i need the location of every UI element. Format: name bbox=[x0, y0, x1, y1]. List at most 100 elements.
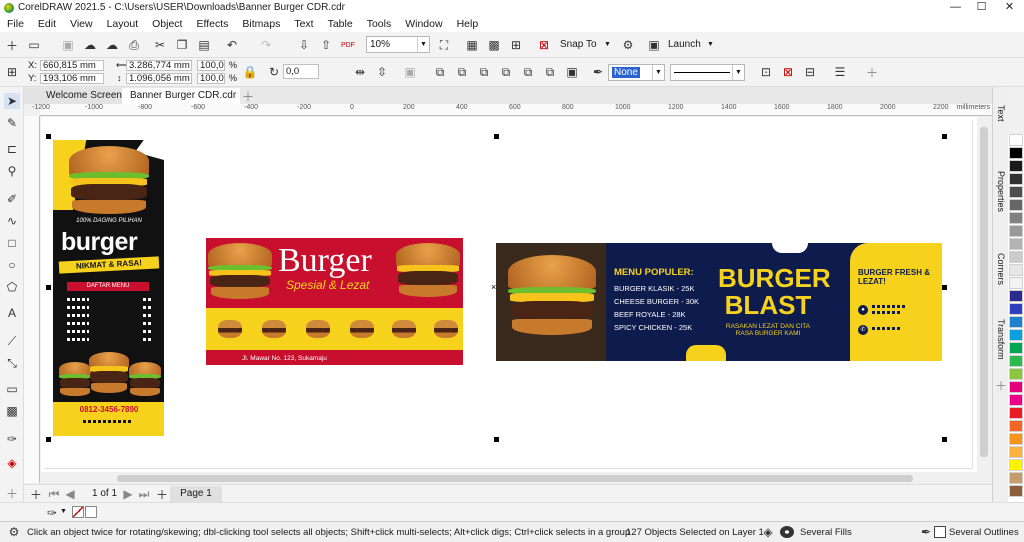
ellipse-tool-icon[interactable]: ○ bbox=[4, 257, 20, 273]
palette-swatch[interactable] bbox=[1009, 160, 1023, 172]
add-icon[interactable]: ＋ bbox=[864, 64, 880, 80]
minimize-button[interactable]: — bbox=[944, 0, 967, 15]
gear-icon[interactable]: ⚙ bbox=[620, 37, 636, 53]
front-minus-back-icon[interactable]: ⧉ bbox=[542, 64, 558, 80]
docker-tab-properties[interactable]: Properties bbox=[996, 171, 1006, 212]
several-fills-swatch[interactable] bbox=[780, 526, 794, 538]
weld-icon[interactable]: ⧉ bbox=[454, 64, 470, 80]
palette-swatch[interactable] bbox=[1009, 472, 1023, 484]
eyedropper-icon[interactable]: ✑ bbox=[44, 505, 60, 521]
menu-layout[interactable]: Layout bbox=[100, 18, 146, 30]
selection-handle[interactable] bbox=[46, 285, 51, 290]
create-boundary-icon[interactable]: ▣ bbox=[564, 64, 580, 80]
zoom-level-select[interactable]: 10% ▼ bbox=[366, 36, 430, 53]
palette-swatch[interactable] bbox=[1009, 459, 1023, 471]
menu-help[interactable]: Help bbox=[450, 18, 486, 30]
import-icon[interactable]: ⇩ bbox=[296, 37, 312, 53]
selection-handle[interactable] bbox=[46, 437, 51, 442]
intersect-icon[interactable]: ⧉ bbox=[498, 64, 514, 80]
undo-icon[interactable]: ↶ bbox=[224, 37, 240, 53]
palette-swatch[interactable] bbox=[1009, 238, 1023, 250]
palette-swatch[interactable] bbox=[1009, 147, 1023, 159]
menu-effects[interactable]: Effects bbox=[189, 18, 235, 30]
shape-tool-icon[interactable]: ✎ bbox=[4, 115, 20, 131]
last-page-icon[interactable]: ⏭ bbox=[136, 486, 152, 502]
full-screen-icon[interactable]: ⛶ bbox=[436, 37, 452, 53]
object-origin-icon[interactable]: ⊞ bbox=[4, 64, 20, 80]
tab-welcome-screen[interactable]: Welcome Screen bbox=[24, 88, 122, 104]
new-document-icon[interactable]: ＋ bbox=[4, 37, 20, 53]
object-width-field[interactable]: 3.286,774 mm bbox=[126, 60, 192, 71]
vertical-ruler[interactable] bbox=[24, 116, 40, 483]
palette-swatch[interactable] bbox=[1009, 381, 1023, 393]
launch-icon[interactable]: ▣ bbox=[646, 37, 662, 53]
snap-to-button[interactable]: Snap To bbox=[560, 39, 597, 50]
palette-swatch[interactable] bbox=[1009, 407, 1023, 419]
interactive-fill-icon[interactable]: ◈ bbox=[4, 455, 20, 471]
selection-handle[interactable] bbox=[494, 437, 499, 442]
horizontal-scrollbar[interactable] bbox=[41, 472, 977, 484]
scale-width-field[interactable]: 100,0 bbox=[197, 60, 225, 71]
chevron-down-icon[interactable]: ▼ bbox=[60, 508, 67, 515]
palette-swatch[interactable] bbox=[1009, 251, 1023, 263]
show-rulers-icon[interactable]: ▦ bbox=[464, 37, 480, 53]
paste-icon[interactable]: ▤ bbox=[196, 37, 212, 53]
export-icon[interactable]: ⇧ bbox=[318, 37, 334, 53]
close-button[interactable]: ✕ bbox=[998, 0, 1021, 15]
mirror-horizontal-icon[interactable]: ⇹ bbox=[352, 64, 368, 80]
eyedropper-icon[interactable]: ✑ bbox=[4, 431, 20, 447]
x-position-field[interactable]: 660,815 mm bbox=[40, 60, 104, 71]
chevron-down-icon[interactable]: ▼ bbox=[707, 41, 714, 48]
scale-height-field[interactable]: 100,0 bbox=[197, 73, 225, 84]
selection-handle[interactable] bbox=[942, 285, 947, 290]
palette-swatch[interactable] bbox=[1009, 368, 1023, 380]
palette-swatch[interactable] bbox=[1009, 303, 1023, 315]
selection-handle[interactable] bbox=[942, 437, 947, 442]
add-docker-icon[interactable]: ＋ bbox=[993, 377, 1009, 393]
menu-window[interactable]: Window bbox=[398, 18, 449, 30]
drop-shadow-icon[interactable]: ▭ bbox=[4, 381, 20, 397]
text-align-icon[interactable]: ☰ bbox=[832, 64, 848, 80]
white-swatch[interactable] bbox=[85, 506, 97, 518]
transparency-icon[interactable]: ▩ bbox=[4, 403, 20, 419]
palette-swatch[interactable] bbox=[1009, 446, 1023, 458]
object-height-field[interactable]: 1.096,056 mm bbox=[126, 73, 192, 84]
menu-table[interactable]: Table bbox=[321, 18, 360, 30]
align-distribute-icon[interactable]: ▣ bbox=[402, 64, 418, 80]
scrollbar-thumb[interactable] bbox=[980, 127, 988, 457]
palette-swatch[interactable] bbox=[1009, 134, 1023, 146]
pdf-export-icon[interactable]: PDF bbox=[340, 37, 356, 53]
tab-banner-burger[interactable]: Banner Burger CDR.cdr bbox=[122, 88, 240, 104]
polygon-tool-icon[interactable]: ⬠ bbox=[4, 279, 20, 295]
freehand-tool-icon[interactable]: ✐ bbox=[4, 191, 20, 207]
palette-swatch[interactable] bbox=[1009, 173, 1023, 185]
menu-file[interactable]: File bbox=[0, 18, 31, 30]
palette-swatch[interactable] bbox=[1009, 212, 1023, 224]
next-page-icon[interactable]: ▶ bbox=[120, 486, 136, 502]
redo-icon[interactable]: ↷ bbox=[258, 37, 274, 53]
vertical-banner-design[interactable]: 100% DAGING PILIHAN burger NIKMAT & RASA… bbox=[53, 140, 164, 436]
several-outlines-swatch[interactable] bbox=[934, 526, 946, 538]
add-tool-icon[interactable]: ＋ bbox=[4, 485, 20, 501]
menu-text[interactable]: Text bbox=[287, 18, 320, 30]
palette-swatch[interactable] bbox=[1009, 394, 1023, 406]
connector-tool-icon[interactable]: ⤡ bbox=[4, 355, 20, 371]
scrollbar-thumb[interactable] bbox=[117, 475, 913, 482]
menu-view[interactable]: View bbox=[63, 18, 100, 30]
snap-off-icon[interactable]: ⊠ bbox=[536, 37, 552, 53]
simplify-icon[interactable]: ⧉ bbox=[520, 64, 536, 80]
palette-swatch[interactable] bbox=[1009, 225, 1023, 237]
rectangle-tool-icon[interactable]: □ bbox=[4, 235, 20, 251]
text-tool-icon[interactable]: A bbox=[4, 305, 20, 321]
launch-button[interactable]: Launch bbox=[668, 39, 701, 50]
palette-swatch[interactable] bbox=[1009, 420, 1023, 432]
y-position-field[interactable]: 193,106 mm bbox=[40, 73, 104, 84]
palette-swatch[interactable] bbox=[1009, 264, 1023, 276]
trim-icon[interactable]: ⧉ bbox=[476, 64, 492, 80]
docker-tab-corners[interactable]: Corners bbox=[996, 253, 1006, 285]
clear-transform-icon[interactable]: ⊠ bbox=[780, 64, 796, 80]
line-style-select[interactable]: ▼ bbox=[670, 64, 745, 81]
palette-swatch[interactable] bbox=[1009, 342, 1023, 354]
palette-swatch[interactable] bbox=[1009, 355, 1023, 367]
selection-handle[interactable] bbox=[942, 134, 947, 139]
